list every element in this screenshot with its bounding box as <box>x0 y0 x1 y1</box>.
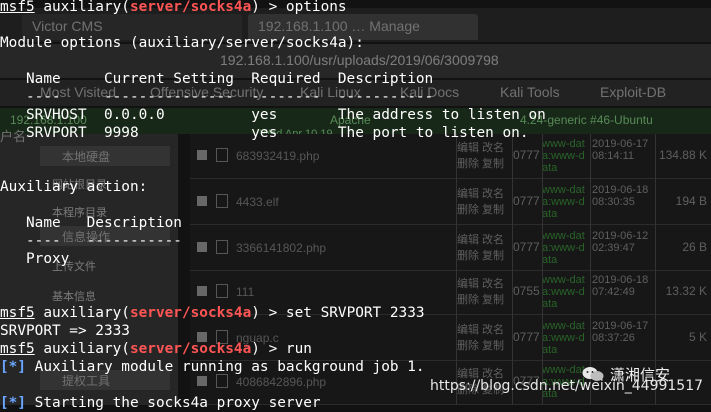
action-table-rule: ---- ----------- <box>0 233 182 249</box>
command-text: run <box>285 341 312 357</box>
auxiliary-action-title: Auxiliary action: <box>0 179 148 195</box>
status-marker: [*] <box>0 395 26 411</box>
status-line-job: [*] Auxiliary module running as backgrou… <box>0 359 425 375</box>
options-table-rule: ---- --------------- -------- ----------… <box>0 89 434 105</box>
options-row-srvhost: SRVHOST 0.0.0.0 yes The address to liste… <box>0 107 546 123</box>
prompt-line-set: msf5 auxiliary(server/socks4a) > set SRV… <box>0 305 425 321</box>
status-marker: [*] <box>0 359 26 375</box>
prompt-host: msf5 <box>0 341 35 357</box>
command-text: options <box>285 0 347 15</box>
status-line-server: [*] Starting the socks4a proxy server <box>0 395 321 411</box>
prompt-host: msf5 <box>0 305 35 321</box>
options-row-srvport: SRVPORT 9998 yes The port to listen on. <box>0 125 529 141</box>
action-table-header: Name Description <box>0 215 182 231</box>
prompt-line-options: msf5 auxiliary(server/socks4a) > options <box>0 0 347 15</box>
terminal-output[interactable]: msf5 auxiliary(server/socks4a) > options… <box>0 0 711 411</box>
module-options-title: Module options (auxiliary/server/socks4a… <box>0 35 364 51</box>
options-table-header: Name Current Setting Required Descriptio… <box>0 71 434 87</box>
watermark-url: https://blog.csdn.net/weixin_44991517 <box>430 378 704 394</box>
prompt-host: msf5 <box>0 0 35 15</box>
command-text: set SRVPORT 2333 <box>285 305 425 321</box>
action-row-proxy: Proxy <box>0 251 70 267</box>
set-result: SRVPORT => 2333 <box>0 323 130 339</box>
prompt-module: server/socks4a <box>129 305 252 321</box>
prompt-module: server/socks4a <box>129 0 252 15</box>
prompt-line-run: msf5 auxiliary(server/socks4a) > run <box>0 341 312 357</box>
prompt-module: server/socks4a <box>129 341 252 357</box>
